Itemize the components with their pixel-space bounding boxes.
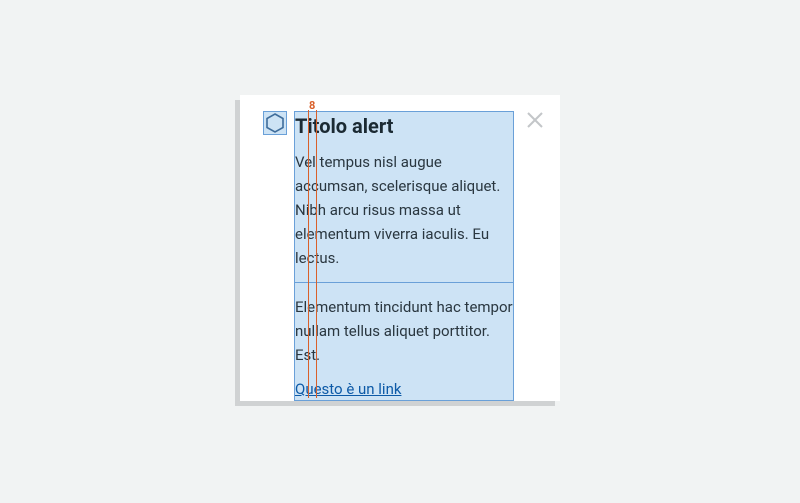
close-icon xyxy=(526,111,544,129)
close-button[interactable] xyxy=(526,111,544,129)
alert-icon-box xyxy=(263,111,287,135)
alert-card: Titolo alert Vel tempus nisl augue accum… xyxy=(240,95,560,401)
alert-link[interactable]: Questo è un link xyxy=(295,380,401,400)
alert-content: Titolo alert Vel tempus nisl augue accum… xyxy=(294,111,514,401)
hexagon-icon xyxy=(264,112,286,134)
alert-secondary: Elementum tincidunt hac tempor nullam te… xyxy=(295,283,513,379)
alert-inner: Titolo alert Vel tempus nisl augue accum… xyxy=(240,95,560,401)
alert-title: Titolo alert xyxy=(295,112,513,138)
alert-body: Vel tempus nisl augue accumsan, sceleris… xyxy=(295,138,513,282)
